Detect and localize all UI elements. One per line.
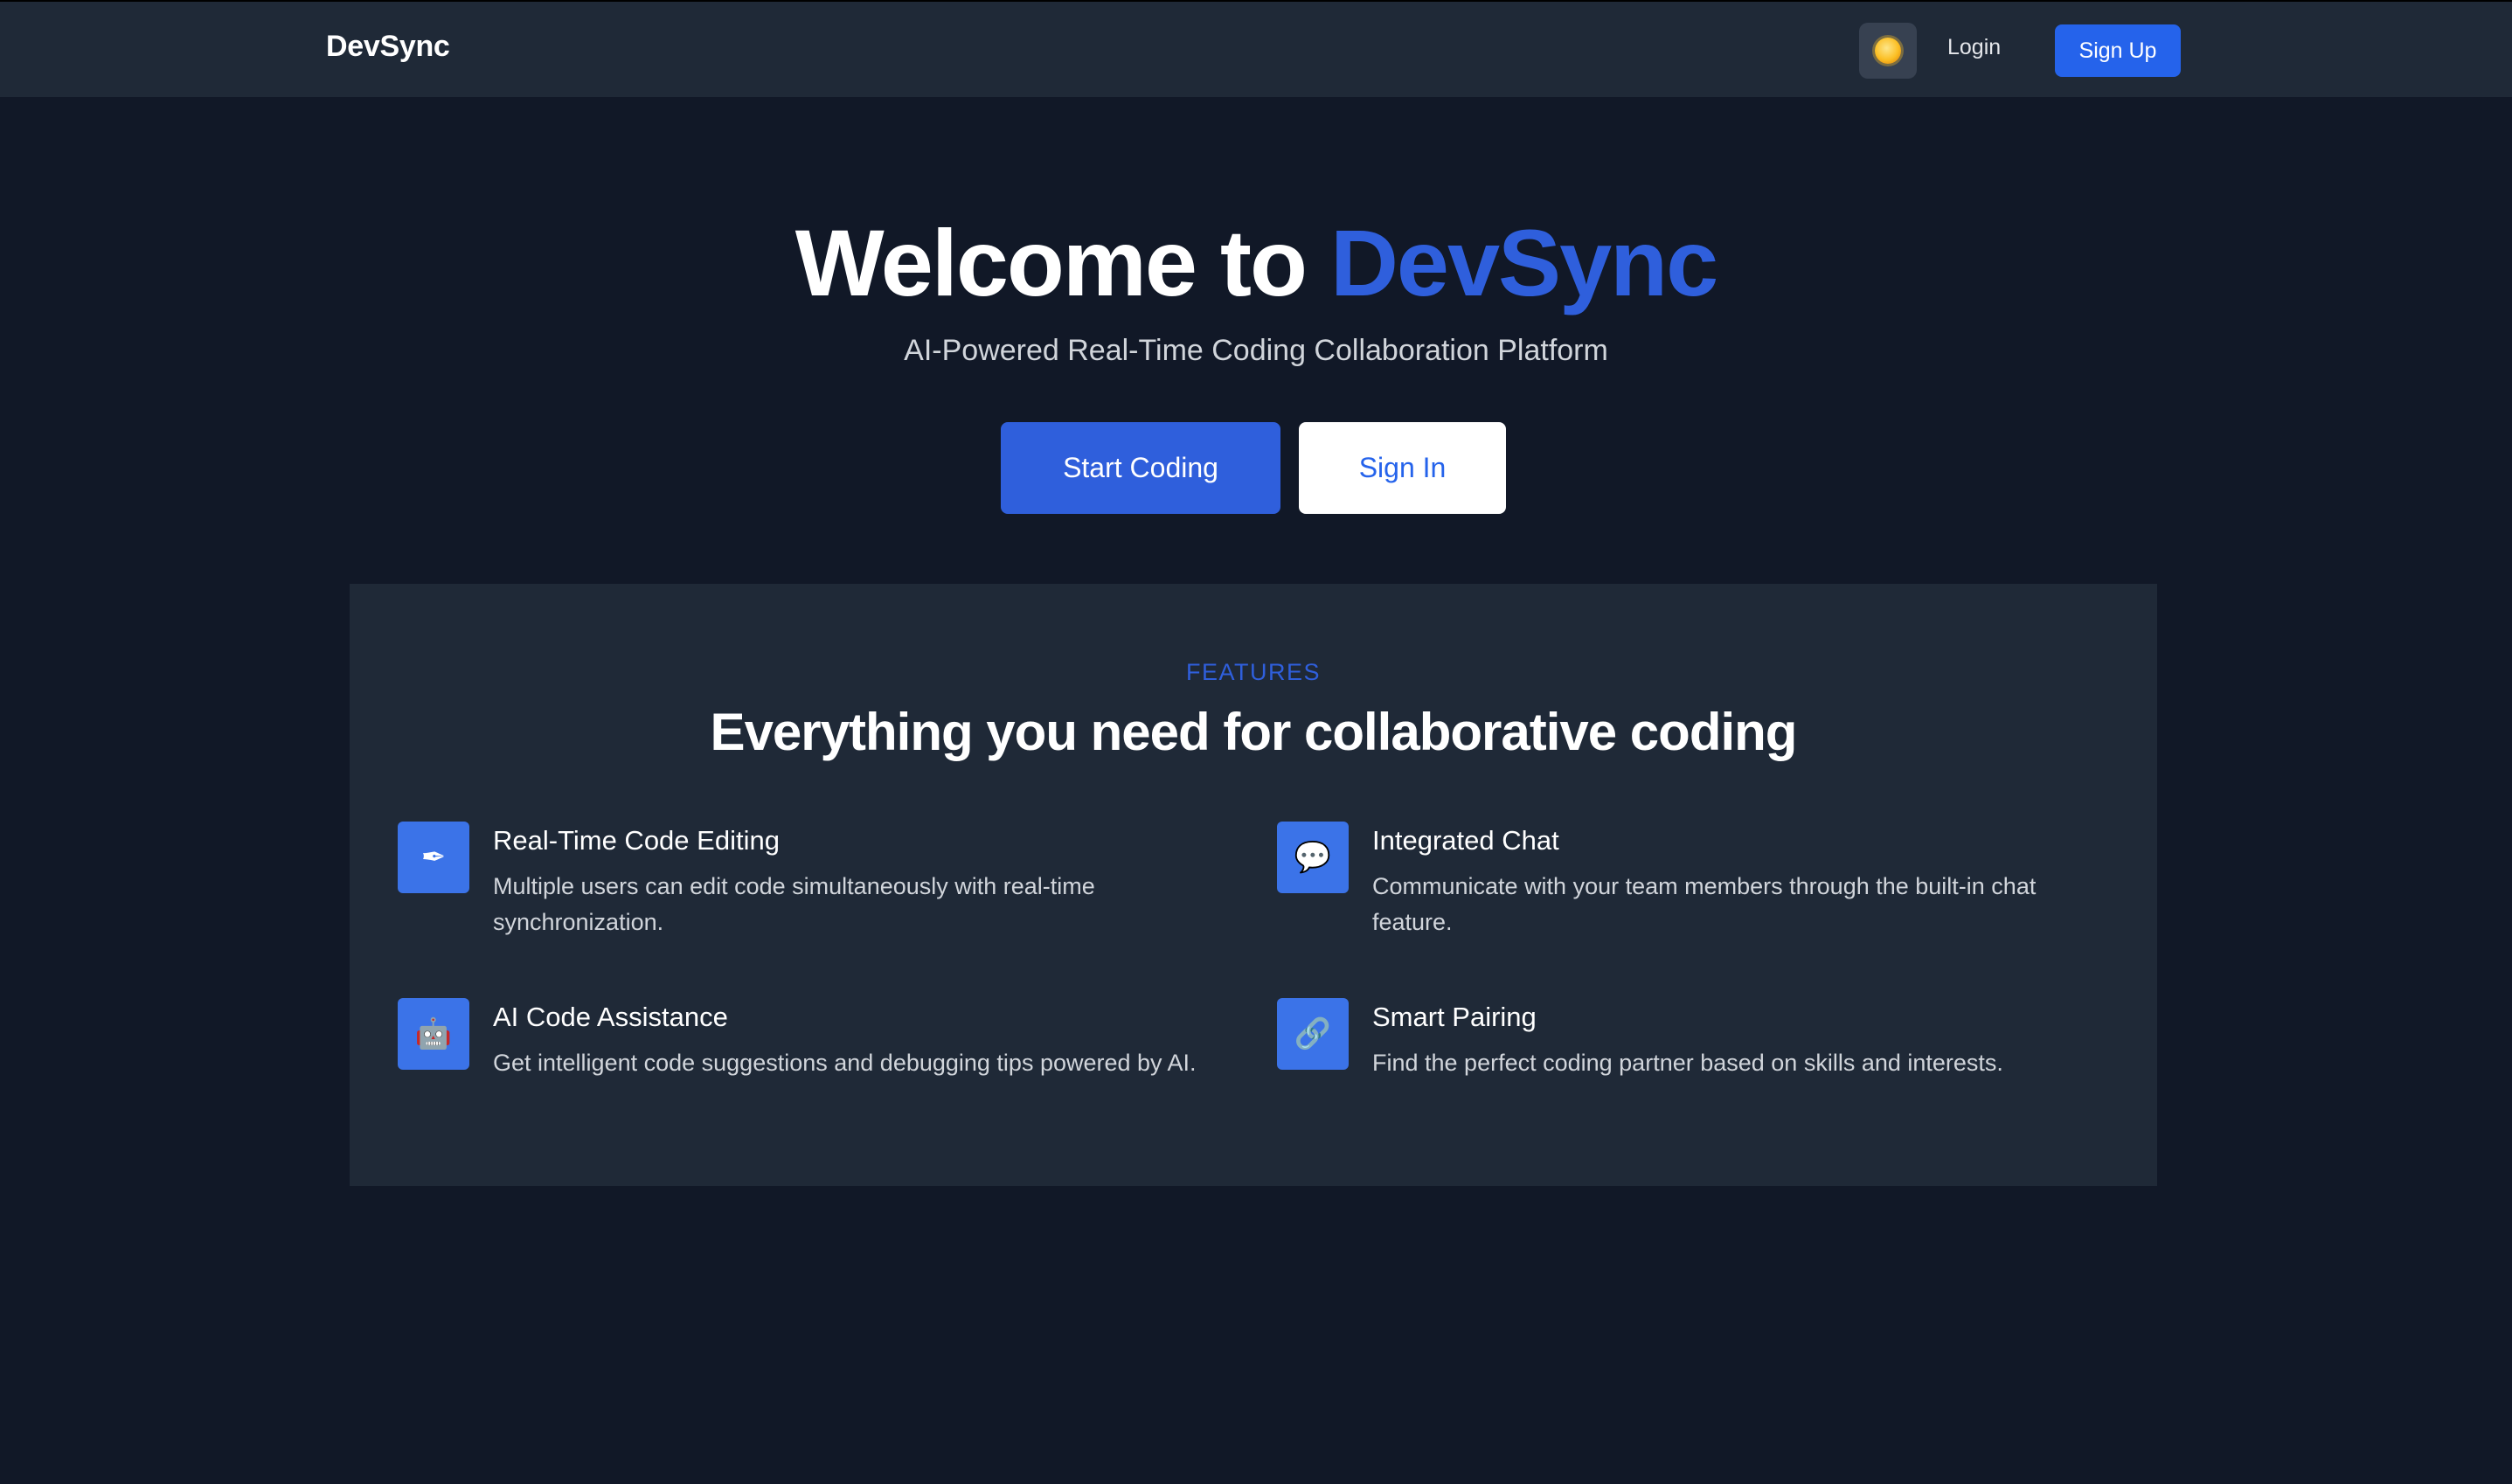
start-coding-button[interactable]: Start Coding [1001, 422, 1280, 514]
navbar: DevSync Login Sign Up [0, 0, 2512, 97]
features-eyebrow: FEATURES [1185, 659, 1321, 685]
feature-description: Communicate with your team members throu… [1372, 873, 2037, 935]
feature-title: Smart Pairing [1372, 1002, 1537, 1032]
hero-subtitle: AI-Powered Real-Time Coding Collaboratio… [904, 334, 1608, 367]
feature-title: AI Code Assistance [493, 1002, 728, 1032]
link-icon: 🔗 [1277, 998, 1349, 1070]
login-link[interactable]: Login [1947, 35, 2001, 60]
feature-title: Integrated Chat [1372, 825, 1559, 856]
features-heading: Everything you need for collaborative co… [710, 703, 1798, 761]
features-section: FEATURES Everything you need for collabo… [350, 584, 2157, 1186]
signup-button[interactable]: Sign Up [2055, 24, 2181, 77]
sun-icon [1875, 38, 1901, 64]
brand-logo[interactable]: DevSync [326, 30, 450, 64]
robot-icon: 🤖 [398, 998, 469, 1070]
sign-in-button[interactable]: Sign In [1299, 422, 1506, 514]
pen-icon: ✒ [398, 822, 469, 893]
hero-title: Welcome to DevSync [0, 206, 2512, 320]
hero-title-accent: DevSync [1329, 210, 1718, 316]
hero-title-prefix: Welcome to [795, 210, 1330, 316]
feature-description: Find the perfect coding partner based on… [1372, 1050, 2003, 1076]
feature-title: Real-Time Code Editing [493, 825, 780, 856]
theme-toggle-button[interactable] [1859, 23, 1917, 79]
feature-description: Multiple users can edit code simultaneou… [493, 873, 1095, 935]
feature-description: Get intelligent code suggestions and deb… [493, 1050, 1197, 1076]
chat-bubble-icon: 💬 [1277, 822, 1349, 893]
